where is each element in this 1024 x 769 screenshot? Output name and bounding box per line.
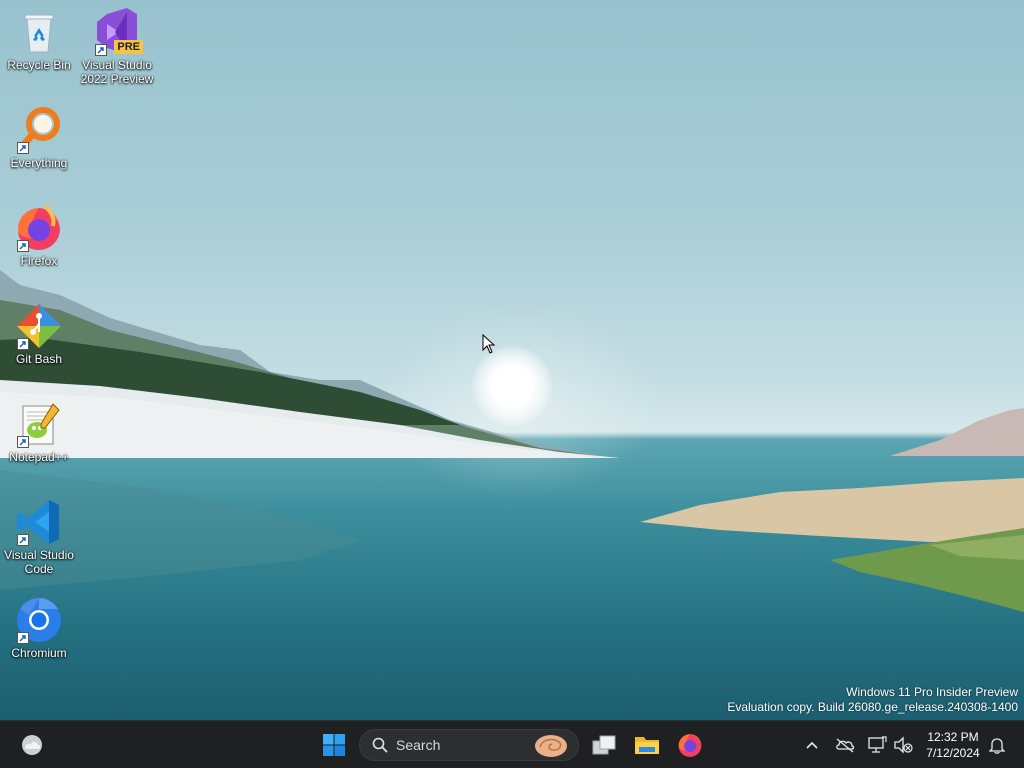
shortcut-arrow-icon — [17, 632, 29, 644]
show-hidden-icons-button[interactable] — [800, 721, 824, 769]
shortcut-arrow-icon — [17, 338, 29, 350]
firefox-taskbar-button[interactable] — [670, 721, 710, 769]
shortcut-arrow-icon — [17, 240, 29, 252]
clock-date: 7/12/2024 — [926, 746, 980, 760]
desktop-icon-label: Notepad++ — [9, 450, 69, 464]
shortcut-arrow-icon — [17, 534, 29, 546]
notifications-button[interactable] — [986, 721, 1008, 769]
bell-icon — [989, 738, 1005, 754]
folder-icon — [635, 737, 659, 754]
firefox-icon — [678, 734, 702, 757]
desktop-icon-chromium[interactable]: Chromium — [0, 596, 78, 660]
chevron-up-icon — [806, 741, 818, 749]
desktop-icon-everything[interactable]: Everything — [0, 106, 78, 170]
preview-badge: PRE — [114, 40, 143, 54]
taskbar: Search 12:32 PM 7/12/2024 — [0, 720, 1024, 768]
visual-studio-preview-icon: PRE — [93, 8, 143, 56]
desktop-icon-firefox[interactable]: Firefox — [0, 204, 78, 268]
search-placeholder: Search — [396, 737, 441, 753]
desktop-icon-label: Firefox — [20, 254, 58, 268]
desktop-icon-notepad-plus-plus[interactable]: Notepad++ — [0, 400, 78, 464]
desktop-icon-label: Visual Studio 2022 Preview — [80, 58, 154, 86]
notepad-plus-plus-icon — [15, 400, 63, 448]
vscode-icon — [15, 498, 63, 546]
task-view-button[interactable] — [584, 721, 624, 769]
desktop-icon-label: Git Bash — [15, 352, 63, 366]
mouse-cursor-icon — [482, 334, 496, 354]
desktop-icon-label: Everything — [10, 156, 68, 170]
recycle-bin-icon — [15, 8, 63, 56]
shortcut-arrow-icon — [17, 142, 29, 154]
task-view-icon — [592, 735, 616, 755]
desktop-wallpaper[interactable]: Recycle Bin PRE Visual Studio 2022 Previ… — [0, 0, 1024, 720]
taskbar-clock[interactable]: 12:32 PM 7/12/2024 — [918, 729, 988, 761]
windows-start-icon — [323, 734, 345, 756]
chromium-icon — [15, 596, 63, 644]
desktop-icon-git-bash[interactable]: Git Bash — [0, 302, 78, 366]
search-highlight-shell-icon — [535, 735, 567, 757]
everything-search-icon — [15, 106, 63, 154]
volume-tray-button[interactable] — [890, 721, 916, 769]
desktop-icon-label: Visual Studio Code — [4, 548, 74, 576]
shortcut-arrow-icon — [95, 44, 107, 56]
desktop-icon-visual-studio-preview[interactable]: PRE Visual Studio 2022 Preview — [78, 8, 156, 86]
shortcut-arrow-icon — [17, 436, 29, 448]
onedrive-tray-button[interactable] — [832, 721, 858, 769]
sun — [472, 346, 552, 426]
search-icon — [372, 737, 388, 753]
clock-time: 12:32 PM — [927, 730, 979, 744]
firefox-icon — [15, 204, 63, 252]
desktop-icon-vscode[interactable]: Visual Studio Code — [0, 498, 78, 576]
desktop-icon-recycle-bin[interactable]: Recycle Bin — [0, 8, 78, 72]
weather-widget-icon — [22, 735, 42, 755]
taskbar-search-box[interactable]: Search — [359, 729, 579, 761]
desktop-icon-label: Chromium — [11, 646, 67, 660]
file-explorer-button[interactable] — [627, 721, 667, 769]
network-icon — [868, 736, 887, 753]
watermark-line-2: Evaluation copy. Build 26080.ge_release.… — [727, 700, 1018, 714]
widgets-button[interactable] — [12, 721, 52, 769]
onedrive-offline-icon — [836, 738, 855, 753]
git-bash-icon — [15, 302, 63, 350]
start-button[interactable] — [314, 721, 354, 769]
desktop-icon-label: Recycle Bin — [7, 58, 71, 72]
network-tray-button[interactable] — [864, 721, 890, 769]
watermark-line-1: Windows 11 Pro Insider Preview — [846, 685, 1018, 699]
windows-watermark: Windows 11 Pro Insider Preview Evaluatio… — [727, 685, 1018, 715]
volume-muted-icon — [894, 736, 913, 754]
